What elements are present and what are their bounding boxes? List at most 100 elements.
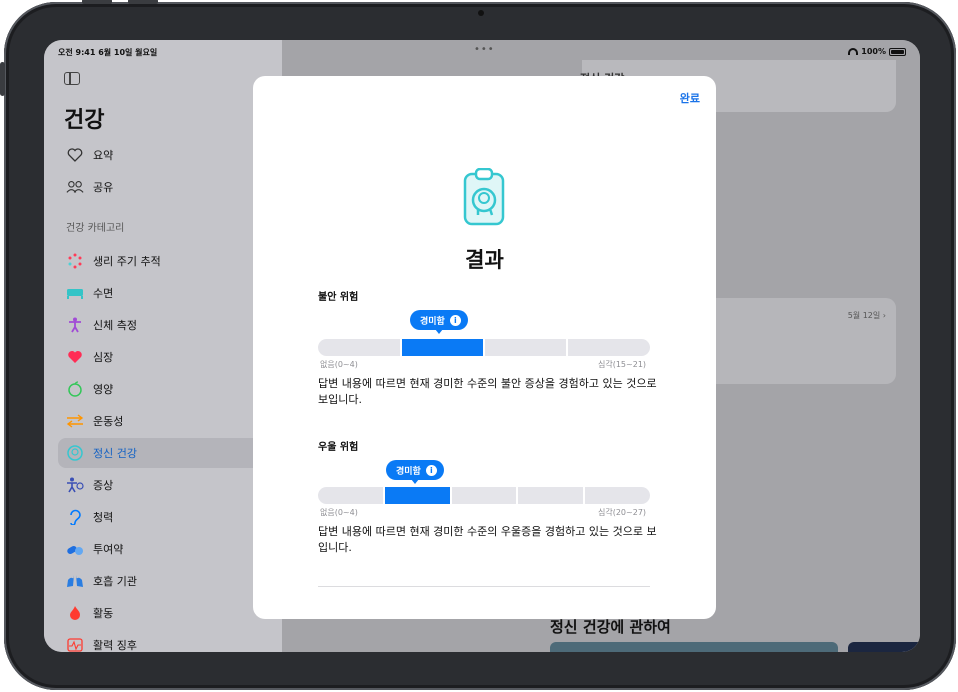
divider: [318, 586, 650, 587]
anxiety-gauge: [318, 339, 650, 356]
sidebar-item-mobility[interactable]: 운동성: [58, 406, 278, 436]
sidebar-item-cycle[interactable]: 생리 주기 추적: [58, 246, 278, 276]
sidebar-item-heart[interactable]: 심장: [58, 342, 278, 372]
brain-head-icon: [66, 444, 84, 462]
sidebar-item-label: 신체 측정: [93, 319, 137, 332]
sidebar-item-activity[interactable]: 활동: [58, 598, 278, 628]
sidebar-item-body[interactable]: 신체 측정: [58, 310, 278, 340]
people-icon: [66, 178, 84, 196]
depression-level-badge[interactable]: 경미함 i: [386, 460, 444, 484]
sidebar-toggle-icon[interactable]: [64, 72, 80, 85]
anxiety-risk-label: 불안 위험: [318, 292, 359, 303]
sidebar-item-label: 청력: [93, 511, 114, 524]
sidebar-item-label: 정신 건강: [93, 447, 137, 460]
sidebar-item-medications[interactable]: 투여약: [58, 534, 278, 564]
ipad-frame: 건강 요약 공유 건강 카테고리 생리 주기 추적 수면 신체 측정 심장 영양…: [0, 0, 956, 690]
gauge-separator: [400, 339, 402, 356]
sidebar-item-vitals[interactable]: 활력 징후: [58, 630, 278, 652]
body-icon: [66, 316, 84, 334]
depression-description: 답변 내용에 따르면 현재 경미한 수준의 우울증을 경험하고 있는 것으로 보…: [318, 525, 657, 554]
gauge-separator: [483, 339, 485, 356]
clipboard-brain-icon: [462, 167, 506, 230]
anxiety-max-label: 심각(15~21): [598, 360, 647, 369]
gauge-separator: [582, 487, 585, 504]
gauge-separator: [383, 487, 386, 504]
sidebar-item-sharing[interactable]: 공유: [58, 172, 278, 202]
sidebar-item-label: 요약: [93, 149, 114, 162]
anxiety-description: 답변 내용에 따르면 현재 경미한 수준의 불안 증상을 경험하고 있는 것으로…: [318, 377, 657, 406]
volume-button: [0, 62, 5, 96]
pills-icon: [66, 540, 84, 558]
depression-min-label: 없음(0~4): [320, 508, 358, 517]
depression-gauge: [318, 487, 650, 504]
results-sheet: 완료 결과 불안 위험 경미함 i 없음(0~4) 심각(15~21) 답변 내…: [253, 76, 716, 619]
sidebar: 건강 요약 공유 건강 카테고리 생리 주기 추적 수면 신체 측정 심장 영양…: [44, 40, 282, 652]
info-icon: i: [425, 464, 437, 476]
wifi-icon: [848, 48, 859, 55]
sidebar-item-sleep[interactable]: 수면: [58, 278, 278, 308]
heart-icon: [66, 348, 84, 366]
screen: 건강 요약 공유 건강 카테고리 생리 주기 추적 수면 신체 측정 심장 영양…: [44, 40, 920, 652]
gauge-separator: [516, 487, 519, 504]
cycle-tracking-icon: [66, 252, 84, 270]
depression-max-label: 심각(20~27): [598, 508, 647, 517]
sidebar-item-label: 공유: [93, 181, 114, 194]
info-icon: i: [449, 314, 461, 326]
gauge-segment: [567, 339, 650, 356]
lungs-icon: [66, 572, 84, 590]
depression-level-label: 경미함: [396, 466, 421, 477]
status-right: 100%: [848, 47, 906, 56]
apple-icon: [66, 380, 84, 398]
anxiety-level-badge[interactable]: 경미함 i: [410, 310, 468, 334]
sidebar-item-label: 생리 주기 추적: [93, 255, 161, 268]
gauge-segment-active: [401, 339, 484, 356]
sidebar-item-symptoms[interactable]: 증상: [58, 470, 278, 500]
article-image[interactable]: [550, 642, 838, 652]
sidebar-item-label: 활력 징후: [93, 639, 137, 652]
gauge-segment: [318, 339, 401, 356]
bed-icon: [66, 284, 84, 302]
gauge-segment: [517, 487, 583, 504]
camera: [478, 10, 484, 16]
about-title: 정신 건강에 관하여: [550, 618, 671, 636]
arrows-icon: [66, 412, 84, 430]
sidebar-item-summary[interactable]: 요약: [58, 140, 278, 170]
battery-icon: [889, 47, 906, 56]
status-bar: 오전 9:41 6월 10일 월요일 ••• 100%: [44, 40, 920, 62]
sidebar-item-label: 심장: [93, 351, 114, 364]
gauge-segment: [318, 487, 384, 504]
section-label: 건강 카테고리: [66, 223, 125, 234]
top-button: [82, 0, 112, 4]
sidebar-item-nutrition[interactable]: 영양: [58, 374, 278, 404]
gauge-segment: [484, 339, 567, 356]
gauge-segment: [451, 487, 517, 504]
sidebar-item-label: 수면: [93, 287, 114, 300]
sidebar-item-hearing[interactable]: 청력: [58, 502, 278, 532]
ear-icon: [66, 508, 84, 526]
anxiety-min-label: 없음(0~4): [320, 360, 358, 369]
sidebar-item-label: 호흡 기관: [93, 575, 137, 588]
gauge-separator: [566, 339, 568, 356]
flame-icon: [66, 604, 84, 622]
gauge-segment: [584, 487, 650, 504]
vitals-icon: [66, 636, 84, 652]
symptoms-icon: [66, 476, 84, 494]
results-title: 결과: [465, 248, 504, 272]
top-button: [128, 0, 158, 4]
heart-outline-icon: [66, 146, 84, 164]
card-date: 5월 12일 ›: [847, 311, 886, 320]
article-image[interactable]: [848, 642, 920, 652]
sidebar-item-label: 운동성: [93, 415, 124, 428]
sidebar-item-label: 영양: [93, 383, 114, 396]
sidebar-item-respiratory[interactable]: 호흡 기관: [58, 566, 278, 596]
battery-percent: 100%: [861, 47, 886, 56]
sidebar-item-label: 활동: [93, 607, 114, 620]
done-button[interactable]: 완료: [680, 90, 700, 106]
sidebar-item-mental-health[interactable]: 정신 건강: [58, 438, 278, 468]
multitask-dots[interactable]: •••: [474, 44, 495, 55]
sidebar-item-label: 투여약: [93, 543, 124, 556]
gauge-segment-active: [384, 487, 451, 504]
status-time: 오전 9:41 6월 10일 월요일: [58, 48, 158, 57]
depression-risk-label: 우울 위험: [318, 442, 359, 453]
app-title: 건강: [64, 108, 105, 133]
